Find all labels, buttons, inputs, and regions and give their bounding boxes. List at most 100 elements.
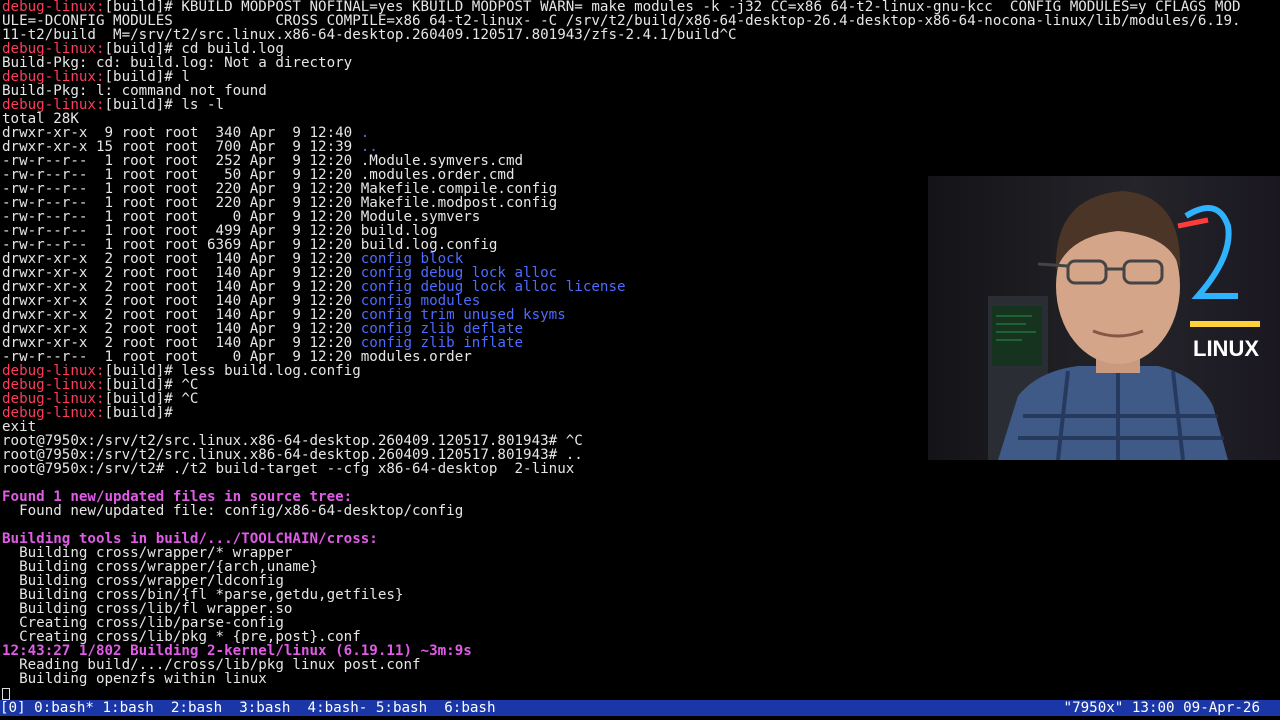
build-heading: Found 1 new/updated files in source tree… [2, 490, 353, 504]
terminal-text: -rw-r--r-- 1 root root 499 Apr 9 12:20 b… [2, 224, 438, 238]
tmux-status-bar: [0] 0:bash* 1:bash 2:bash 3:bash 4:bash-… [0, 700, 1280, 716]
terminal-line: 11-t2/build M=/srv/t2/src.linux.x86-64-d… [2, 28, 1278, 42]
terminal-line: drwxr-xr-x 9 root root 340 Apr 9 12:40 . [2, 126, 1278, 140]
terminal-line: Reading build/.../cross/lib/pkg_linux_po… [2, 658, 1278, 672]
terminal-text: -rw-r--r-- 1 root root 252 Apr 9 12:20 .… [2, 154, 524, 168]
terminal-text: root@7950x:/srv/t2/src.linux.x86-64-desk… [2, 448, 583, 462]
terminal-cursor [2, 688, 10, 700]
terminal-text: drwxr-xr-x 2 root root 140 Apr 9 12:20 [2, 308, 361, 322]
terminal-line: total 28K [2, 112, 1278, 126]
shell-prompt: debug-linux: [2, 378, 105, 392]
terminal-text: -rw-r--r-- 1 root root 0 Apr 9 12:20 Mod… [2, 210, 481, 224]
terminal-text: Build-Pkg: cd: build.log: Not a director… [2, 56, 353, 70]
shell-prompt: debug-linux: [2, 70, 105, 84]
terminal-line: Building cross/wrapper/ldconfig [2, 574, 1278, 588]
tmux-window-2[interactable]: 2:bash [171, 700, 222, 716]
terminal-line: 12:43:27 1/802 Building 2-kernel/linux (… [2, 644, 1278, 658]
terminal-text: Building cross/lib/fl_wrapper.so [2, 602, 293, 616]
terminal-text: [build]# KBUILD_MODPOST_NOFINAL=yes KBUI… [104, 0, 1241, 14]
terminal-text: drwxr-xr-x 2 root root 140 Apr 9 12:20 [2, 322, 361, 336]
terminal-text: drwxr-xr-x 9 root root 340 Apr 9 12:40 [2, 126, 361, 140]
terminal-text: Building cross/wrapper/ldconfig [2, 574, 284, 588]
terminal-text: Building cross/wrapper/*_wrapper [2, 546, 293, 560]
shell-prompt: debug-linux: [2, 98, 105, 112]
terminal-line: Building cross/bin/{fl_*parse,getdu,getf… [2, 588, 1278, 602]
terminal-text: drwxr-xr-x 2 root root 140 Apr 9 12:20 [2, 336, 361, 350]
terminal-text: Building openzfs within linux [2, 672, 267, 686]
terminal-text: Building cross/wrapper/{arch,uname} [2, 560, 319, 574]
terminal-text: -rw-r--r-- 1 root root 0 Apr 9 12:20 mod… [2, 350, 472, 364]
terminal-text: [build]# l [104, 70, 190, 84]
terminal-line: debug-linux:[build]# cd build.log [2, 42, 1278, 56]
tmux-status-right: "7950x" 13:00 09-Apr-26 [1063, 700, 1260, 716]
terminal-line: debug-linux:[build]# l [2, 70, 1278, 84]
webcam-overlay: LINUX 2 [928, 176, 1280, 460]
terminal-text: [build]# cd build.log [104, 42, 284, 56]
terminal-text: drwxr-xr-x 2 root root 140 Apr 9 12:20 [2, 280, 361, 294]
directory-entry: config_trim_unused_ksyms [360, 308, 566, 322]
terminal-line: debug-linux:[build]# ls -l [2, 98, 1278, 112]
terminal-text: Creating cross/lib/parse-config [2, 616, 284, 630]
terminal-line: Build-Pkg: l: command not found [2, 84, 1278, 98]
terminal-text: [build]# less build.log.config [104, 364, 361, 378]
webcam-person-image: LINUX 2 [928, 176, 1280, 460]
terminal-text: -rw-r--r-- 1 root root 6369 Apr 9 12:20 … [2, 238, 498, 252]
terminal-text: -rw-r--r-- 1 root root 220 Apr 9 12:20 M… [2, 182, 558, 196]
directory-entry: . [360, 126, 370, 140]
terminal-text: [build]# ^C [104, 392, 199, 406]
terminal-line: Building cross/lib/fl_wrapper.so [2, 602, 1278, 616]
shell-prompt: debug-linux: [2, 392, 105, 406]
directory-entry: .. [360, 140, 378, 154]
shell-prompt: debug-linux: [2, 406, 105, 420]
terminal-text: Creating cross/lib/pkg_*_{pre,post}.conf [2, 630, 361, 644]
terminal-line: Creating cross/lib/parse-config [2, 616, 1278, 630]
terminal-line: Found 1 new/updated files in source tree… [2, 490, 1278, 504]
terminal-line: ULE=-DCONFIG_MODULES CROSS_COMPILE=x86_6… [2, 14, 1278, 28]
tmux-window-3[interactable]: 3:bash [239, 700, 290, 716]
terminal-line: drwxr-xr-x 15 root root 700 Apr 9 12:39 … [2, 140, 1278, 154]
terminal-text: Reading build/.../cross/lib/pkg_linux_po… [2, 658, 421, 672]
shell-prompt: debug-linux: [2, 42, 105, 56]
directory-entry: config_zlib_inflate [360, 336, 524, 350]
terminal-text: exit [2, 420, 37, 434]
shell-prompt: debug-linux: [2, 364, 105, 378]
terminal-line: Building openzfs within linux [2, 672, 1278, 686]
terminal-text: [build]# ls -l [104, 98, 225, 112]
build-heading: 12:43:27 1/802 Building 2-kernel/linux (… [2, 644, 472, 658]
terminal-text: [build]# ^C [104, 378, 199, 392]
directory-entry: config_modules [360, 294, 481, 308]
terminal-line: Building cross/wrapper/{arch,uname} [2, 560, 1278, 574]
terminal-text: drwxr-xr-x 2 root root 140 Apr 9 12:20 [2, 266, 361, 280]
terminal-text: Build-Pkg: l: command not found [2, 84, 267, 98]
tmux-window-1[interactable]: 1:bash [103, 700, 154, 716]
neon-sign-text: LINUX [1193, 336, 1259, 361]
terminal-text: ULE=-DCONFIG_MODULES CROSS_COMPILE=x86_6… [2, 14, 1241, 28]
terminal-text: drwxr-xr-x 15 root root 700 Apr 9 12:39 [2, 140, 361, 154]
tmux-window-5[interactable]: 5:bash [376, 700, 427, 716]
terminal-line: Building tools in build/.../TOOLCHAIN/cr… [2, 532, 1278, 546]
directory-entry: config_debug_lock_alloc [360, 266, 558, 280]
terminal-line: Build-Pkg: cd: build.log: Not a director… [2, 56, 1278, 70]
terminal-text: drwxr-xr-x 2 root root 140 Apr 9 12:20 [2, 252, 361, 266]
terminal-line: Creating cross/lib/pkg_*_{pre,post}.conf [2, 630, 1278, 644]
directory-entry: config_debug_lock_alloc_license [360, 280, 626, 294]
tmux-window-4[interactable]: 4:bash- [308, 700, 368, 716]
build-heading: Building tools in build/.../TOOLCHAIN/cr… [2, 532, 378, 546]
terminal-text: -rw-r--r-- 1 root root 220 Apr 9 12:20 M… [2, 196, 558, 210]
tmux-session-label: [0] [0, 700, 26, 716]
directory-entry: config_zlib_deflate [360, 322, 524, 336]
terminal-line: Found new/updated file: config/x86-64-de… [2, 504, 1278, 518]
terminal-text: Building cross/bin/{fl_*parse,getdu,getf… [2, 588, 404, 602]
terminal-line: -rw-r--r-- 1 root root 252 Apr 9 12:20 .… [2, 154, 1278, 168]
terminal-line: Building cross/wrapper/*_wrapper [2, 546, 1278, 560]
terminal-text: root@7950x:/srv/t2# ./t2 build-target --… [2, 462, 575, 476]
terminal-text: drwxr-xr-x 2 root root 140 Apr 9 12:20 [2, 294, 361, 308]
terminal-text: Found new/updated file: config/x86-64-de… [2, 504, 464, 518]
terminal-line: root@7950x:/srv/t2# ./t2 build-target --… [2, 462, 1278, 476]
shell-prompt: debug-linux: [2, 0, 105, 14]
terminal-line: debug-linux:[build]# KBUILD_MODPOST_NOFI… [2, 0, 1278, 14]
tmux-window-6[interactable]: 6:bash [444, 700, 495, 716]
tmux-window-0[interactable]: 0:bash* [34, 700, 94, 716]
